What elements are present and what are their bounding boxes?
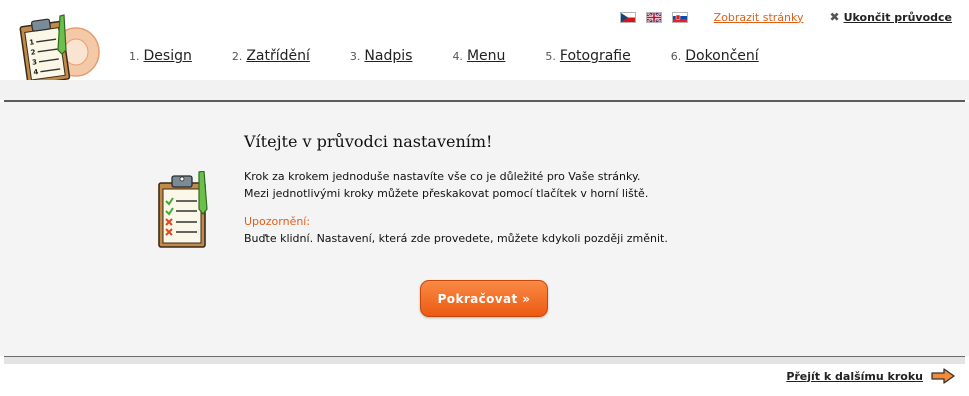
- show-pages-link[interactable]: Zobrazit stránky: [714, 11, 804, 24]
- step-label: Dokončení: [685, 48, 759, 64]
- close-icon: ✖: [829, 10, 840, 24]
- step-design[interactable]: 1. Design: [129, 48, 192, 64]
- uk-flag-icon[interactable]: [645, 11, 662, 23]
- next-step-link[interactable]: Přejít k dalšímu kroku: [786, 368, 955, 384]
- footer-band: [4, 357, 965, 364]
- step-label: Zatřídění: [246, 48, 310, 64]
- top-bar: Zobrazit stránky ✖ Ukončit průvodce: [619, 9, 953, 25]
- step-label: Menu: [466, 48, 506, 64]
- intro-text-line-2: Mezi jednotlivými kroky můžete přeskakov…: [244, 187, 649, 200]
- step-title[interactable]: 3. Nadpis: [350, 48, 413, 64]
- slovak-flag-icon[interactable]: [671, 11, 688, 23]
- step-number: 6.: [670, 50, 682, 63]
- wizard-logo-icon: 1 2 3 4: [19, 14, 100, 86]
- intro-text-line-1: Krok za krokem jednoduše nastavíte vše c…: [244, 170, 641, 183]
- welcome-panel: Vítejte v průvodci nastavením! Krok za k…: [0, 102, 969, 356]
- warning-title: Upozornění:: [244, 215, 311, 228]
- step-photos[interactable]: 5. Fotografie: [545, 48, 630, 64]
- step-number: 3.: [349, 50, 361, 63]
- warning-text: Buďte klidní. Nastavení, která zde prove…: [244, 232, 668, 245]
- step-classification[interactable]: 2. Zatřídění: [232, 48, 310, 64]
- czech-flag-icon[interactable]: [619, 11, 636, 23]
- step-label: Design: [143, 48, 192, 64]
- continue-button[interactable]: Pokračovat »: [420, 280, 548, 317]
- step-number: 1.: [129, 50, 140, 63]
- arrow-right-icon: [931, 368, 955, 384]
- exit-wizard-label: Ukončit průvodce: [843, 10, 952, 24]
- step-label: Fotografie: [559, 48, 631, 64]
- next-step-label: Přejít k dalšímu kroku: [786, 369, 923, 383]
- step-menu[interactable]: 4. Menu: [452, 48, 505, 64]
- step-finish[interactable]: 6. Dokončení: [671, 48, 759, 64]
- step-number: 5.: [545, 50, 556, 63]
- checklist-clipboard-icon: [158, 171, 208, 248]
- header: 1 2 3 4 Zobrazit stránky ✖ Ukončit průvo…: [0, 0, 969, 102]
- header-band: [0, 80, 969, 100]
- step-label: Nadpis: [364, 48, 413, 64]
- page-title: Vítejte v průvodci nastavením!: [244, 132, 493, 151]
- step-number: 2.: [231, 50, 243, 63]
- wizard-steps-nav: 1. Design 2. Zatřídění 3. Nadpis 4. Menu…: [129, 48, 799, 64]
- welcome-content: Vítejte v průvodci nastavením! Krok za k…: [244, 132, 764, 247]
- step-number: 4.: [452, 50, 463, 63]
- exit-wizard-link[interactable]: ✖ Ukončit průvodce: [830, 10, 953, 24]
